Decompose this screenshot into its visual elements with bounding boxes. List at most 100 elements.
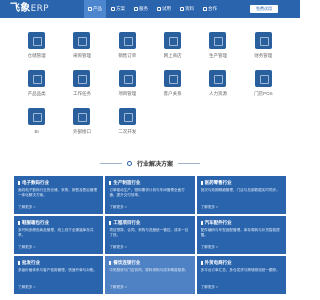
- industry-card[interactable]: 电子数码行业面向电子数码行业的仓储、采购、销售及售后管理一体化解决方案。了解更多…: [14, 176, 104, 214]
- industry-description: 面向电子数码行业的仓储、采购、销售及售后管理一体化解决方案。: [18, 188, 98, 197]
- module-8[interactable]: 项目管理: [105, 68, 150, 104]
- industry-description: 订单驱动生产，物料需求计划与车间管理全面打通，提升交付效率。: [109, 188, 185, 197]
- module-13[interactable]: 外部接口: [59, 106, 104, 142]
- module-4[interactable]: 生产管理: [195, 30, 240, 66]
- industry-header: 餐饮连锁行业: [109, 260, 190, 266]
- module-label: 门店POS: [254, 91, 273, 96]
- nav-item-0[interactable]: 产品: [84, 0, 106, 18]
- nav-label: 试用: [162, 6, 171, 11]
- learn-more-link[interactable]: 了解更多 >: [109, 245, 190, 249]
- industry-description: 多尺码多颜色商品管理，线上线下全渠道库存共享。: [18, 228, 94, 237]
- learn-more-link[interactable]: 了解更多 >: [201, 245, 282, 249]
- module-label: BI: [34, 129, 39, 134]
- marker-icon: [18, 221, 20, 225]
- module-label: 采购管理: [72, 53, 91, 58]
- industry-card[interactable]: 鞋服箱包行业多尺码多颜色商品管理，线上线下全渠道库存共享。了解更多 >: [14, 216, 104, 254]
- learn-more-link[interactable]: 了解更多 >: [18, 285, 99, 289]
- module-1[interactable]: 采购管理: [59, 30, 104, 66]
- module-0[interactable]: 仓储管理: [14, 30, 59, 66]
- industry-description: 多级价格体系与客户信用管理，快速开单与对账。: [18, 268, 98, 272]
- module-3[interactable]: 网上商店: [150, 30, 195, 66]
- learn-more-link[interactable]: 了解更多 >: [109, 285, 190, 289]
- module-label: 销售订单: [118, 53, 137, 58]
- shop-icon: [164, 32, 182, 49]
- industry-description: 项目预算、合同、采购与进度统一管控，成本一目了然。: [109, 228, 189, 237]
- marker-icon: [200, 181, 203, 185]
- learn-more-link[interactable]: 了解更多 >: [201, 205, 282, 209]
- nav-item-1[interactable]: 方案: [107, 0, 129, 18]
- section-heading: 行业解决方案: [0, 158, 300, 168]
- nav-label: 产品: [93, 6, 102, 11]
- module-6[interactable]: 产品品类: [14, 68, 59, 104]
- industry-card[interactable]: 批发行业多级价格体系与客户信用管理，快速开单与对账。 了解更多 >: [14, 256, 104, 294]
- chart-icon: [28, 108, 46, 125]
- nav-label: 方案: [116, 6, 125, 11]
- category-icon: [28, 70, 46, 87]
- customer-icon: [164, 70, 182, 87]
- industry-header: 电子数码行业: [18, 180, 99, 186]
- module-label: 生产管理: [208, 53, 227, 58]
- project-icon: [118, 70, 136, 87]
- nav-item-5[interactable]: 合作: [199, 0, 221, 18]
- factory-icon: [209, 32, 227, 49]
- industry-description: 批次与效期精细管理，门店与总部数据实时同步。: [200, 188, 280, 192]
- industry-header: 生产制造行业: [109, 180, 190, 186]
- industry-description: 配件编码与车型适配管理，库存周转与补货智能提醒。: [200, 228, 280, 237]
- industry-card[interactable]: 汽车配件行业 配件编码与车型适配管理，库存周转与补货智能提醒。 了解更多 >: [196, 216, 286, 254]
- nav-icon: [134, 7, 138, 11]
- industry-header: 外贸电商行业: [200, 260, 282, 266]
- module-10[interactable]: 人力资源: [195, 68, 240, 104]
- industry-solutions: 电子数码行业面向电子数码行业的仓储、采购、销售及售后管理一体化解决方案。了解更多…: [14, 176, 286, 294]
- nav-icon: [111, 7, 115, 11]
- people-icon: [209, 70, 227, 87]
- logo[interactable]: 飞象ERP: [10, 2, 49, 16]
- industry-card[interactable]: 工程项目行业 项目预算、合同、采购与进度统一管控，成本一目了然。了解更多 >: [105, 216, 195, 254]
- learn-more-link[interactable]: 了解更多 >: [18, 205, 99, 209]
- module-label: 工作任务: [72, 91, 91, 96]
- module-label: 外部接口: [72, 129, 91, 134]
- module-12[interactable]: BI: [14, 106, 59, 142]
- module-label: 产品品类: [27, 91, 46, 96]
- industry-description: 多平台订单汇总，多仓发货与跨境物流统一跟踪。: [200, 268, 280, 272]
- marker-icon: [18, 181, 20, 185]
- module-label: 客户关系: [163, 91, 182, 96]
- module-14[interactable]: 二次开发: [105, 106, 150, 142]
- learn-more-link[interactable]: 了解更多 >: [18, 245, 99, 249]
- module-5[interactable]: 财务管理: [241, 30, 286, 66]
- nav-item-4[interactable]: 资料: [176, 0, 198, 18]
- module-label: 仓储管理: [27, 53, 46, 58]
- marker-icon: [109, 261, 112, 265]
- module-2[interactable]: 销售订单: [105, 30, 150, 66]
- industry-description: 中央厨房与门店协同，原料采购与成本精准核算。: [109, 268, 189, 272]
- industry-card[interactable]: 外贸电商行业 多平台订单汇总，多仓发货与跨境物流统一跟踪。 了解更多 >: [196, 256, 286, 294]
- nav-item-2[interactable]: 服务: [130, 0, 152, 18]
- finance-icon: [254, 32, 272, 49]
- marker-icon: [200, 261, 203, 265]
- module-7[interactable]: 工作任务: [59, 68, 104, 104]
- logo-sub: ERP: [30, 4, 49, 14]
- industry-card[interactable]: 生产制造行业 订单驱动生产，物料需求计划与车间管理全面打通，提升交付效率。了解更多…: [105, 176, 195, 214]
- top-navigation-bar: 飞象ERP 产品 方案 服务 试用 资料 合作 免费试用: [0, 0, 300, 18]
- industry-header: 工程项目行业: [109, 220, 190, 226]
- industry-title: 餐饮连锁行业: [113, 260, 141, 265]
- industry-header: 批发行业: [18, 260, 99, 266]
- module-11[interactable]: 门店POS: [241, 68, 286, 104]
- module-label: 项目管理: [118, 91, 137, 96]
- cart-icon: [73, 32, 91, 49]
- learn-more-link[interactable]: 了解更多 >: [109, 205, 190, 209]
- industry-card[interactable]: 医药零售行业 批次与效期精细管理，门店与总部数据实时同步。 了解更多 >: [196, 176, 286, 214]
- solution-icon: [126, 160, 132, 166]
- free-trial-button[interactable]: 免费试用: [250, 5, 278, 13]
- module-label: 二次开发: [118, 129, 137, 134]
- divider-right: [178, 162, 200, 164]
- learn-more-link[interactable]: 了解更多 >: [201, 285, 282, 289]
- nav-item-3[interactable]: 试用: [153, 0, 175, 18]
- module-label: 人力资源: [208, 91, 227, 96]
- industry-title: 电子数码行业: [22, 180, 49, 185]
- logo-main: 飞象: [10, 3, 31, 14]
- marker-icon: [109, 221, 112, 225]
- industry-card[interactable]: 餐饮连锁行业中央厨房与门店协同，原料采购与成本精准核算。 了解更多 >: [105, 256, 195, 294]
- industry-title: 鞋服箱包行业: [22, 220, 49, 225]
- module-9[interactable]: 客户关系: [150, 68, 195, 104]
- order-icon: [118, 32, 136, 49]
